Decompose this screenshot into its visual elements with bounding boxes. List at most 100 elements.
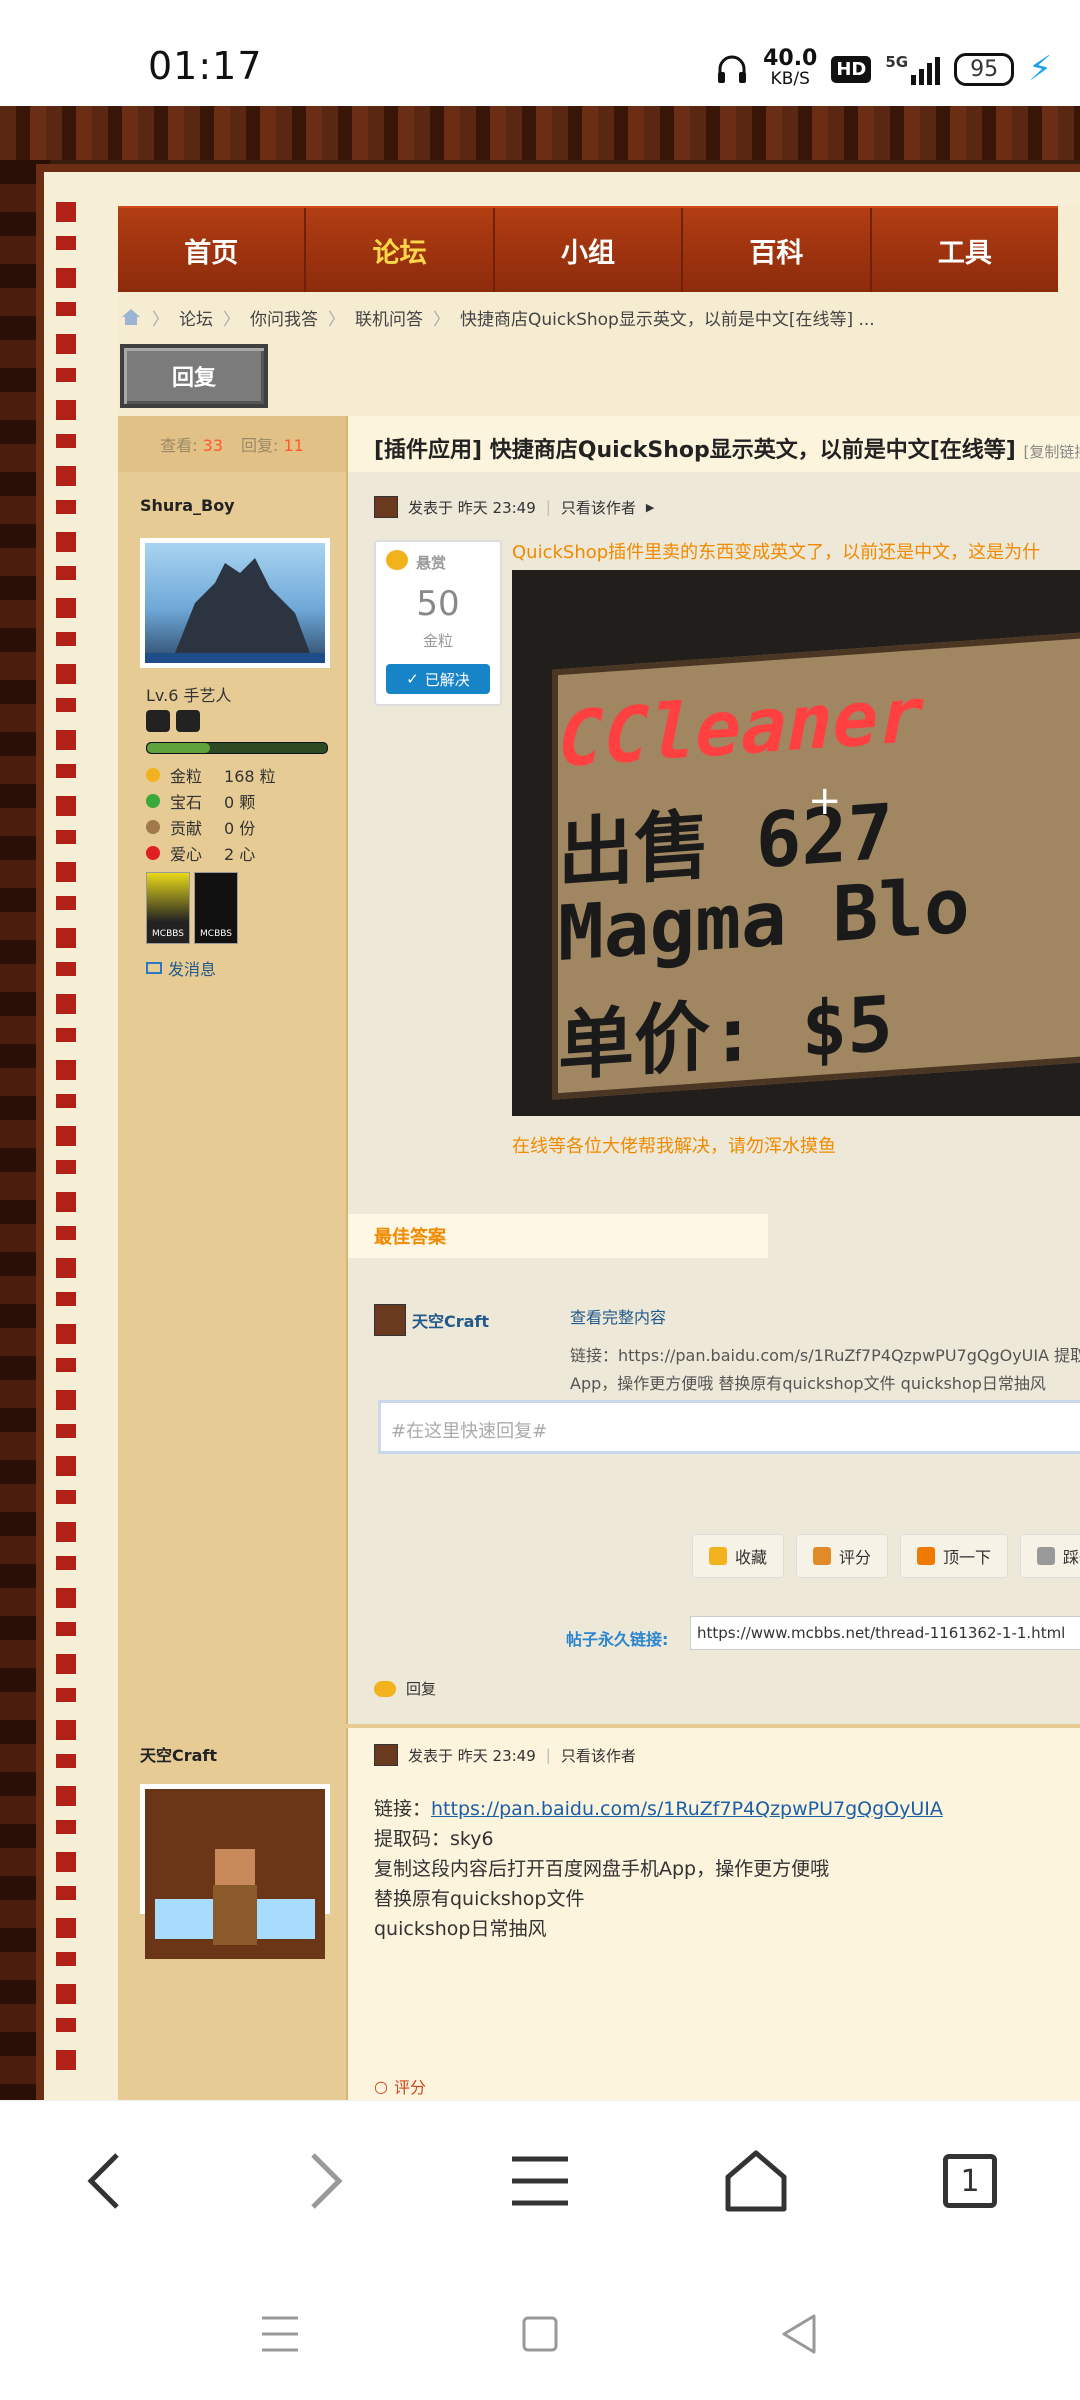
only-author-link[interactable]: 只看该作者 [561, 1745, 636, 1766]
best-answer-user[interactable]: 天空Craft [374, 1304, 489, 1336]
forward-button[interactable] [284, 2141, 364, 2221]
post-time: 发表于 昨天 23:49 [408, 498, 536, 517]
reply-username[interactable]: 天空Craft [140, 1742, 217, 1766]
downvote-button[interactable]: 踩一下 [1020, 1534, 1080, 1578]
breadcrumb-forum[interactable]: 论坛 [179, 305, 213, 330]
badge-label: MCBBS [152, 929, 184, 939]
op-avatar[interactable] [140, 538, 330, 668]
thread-title: [插件应用] 快捷商店QuickShop显示英文，以前是中文[在线等] [复制链… [374, 432, 1080, 464]
reply-post: 发表于 昨天 23:49 | 只看该作者 链接：https://pan.baid… [348, 1728, 1080, 2100]
favorite-label: 收藏 [735, 1548, 768, 1567]
back-button[interactable] [66, 2141, 146, 2221]
score-label: 评分 [393, 2078, 426, 2097]
favorite-button[interactable]: 收藏 [692, 1534, 785, 1578]
nav-home[interactable]: 首页 [118, 208, 307, 292]
square-icon [522, 2316, 558, 2352]
post-time: 发表于 昨天 23:49 [408, 1746, 536, 1765]
op-badges: MCBBS MCBBS [146, 872, 238, 944]
permalink-field[interactable]: https://www.mcbbs.net/thread-1161362-1-1… [690, 1616, 1080, 1650]
status-bar: 01:17 40.0 KB/S HD 5G 95 ⚡ [0, 0, 1080, 106]
quick-reply-input[interactable]: #在这里快速回复# [378, 1400, 1080, 1454]
stat-value: 0 颗 [224, 793, 256, 812]
breadcrumb-multiplayer[interactable]: 联机问答 [355, 305, 423, 330]
breadcrumb-separator: 〉 [152, 309, 169, 330]
tab-count: 1 [960, 2163, 980, 2199]
op-xp-fill [147, 743, 210, 753]
reply-code-line: 提取码：sky6 [374, 1828, 494, 1850]
copy-link[interactable]: [复制链接] [1024, 443, 1080, 461]
best-answer-snippet-2: App，操作更方便哦 替换原有quickshop文件 quickshop日常抽风 [570, 1374, 1046, 1393]
breadcrumb-separator: 〉 [328, 309, 345, 330]
tabs-button[interactable]: 1 [930, 2141, 1010, 2221]
upvote-button[interactable]: 顶一下 [900, 1534, 1009, 1578]
reply-text-line: 复制这段内容后打开百度网盘手机App，操作更方便哦 [374, 1858, 830, 1880]
apple-icon [146, 846, 160, 860]
coin-icon [386, 550, 408, 570]
permalink-label: 帖子永久链接: [566, 1630, 669, 1649]
reply-link[interactable]: 回复 [374, 1678, 436, 1699]
link-prefix: 链接： [374, 1798, 432, 1820]
medal-icon [176, 710, 200, 732]
castle-avatar-image [145, 558, 325, 663]
chat-bubble-icon [374, 1680, 396, 1697]
nav-groups[interactable]: 小组 [495, 208, 684, 292]
stat-label: 贡献 [170, 819, 203, 838]
reply-avatar[interactable] [140, 1784, 330, 1959]
network-type: 5G [885, 53, 909, 71]
thread-title-text: [插件应用] 快捷商店QuickShop显示英文，以前是中文[在线等] [374, 438, 1016, 463]
rate-button[interactable]: 评分 [796, 1534, 889, 1578]
page-content: 首页 论坛 小组 百科 工具 〉 论坛 〉 你问我答 〉 联机问答 〉 快捷商店… [118, 206, 1080, 2100]
signal-icon: 5G [885, 53, 941, 85]
post-body-text: QuickShop插件里卖的东西变成英文了，以前还是中文，这是为什 [512, 542, 1041, 563]
web-page: 首页 论坛 小组 百科 工具 〉 论坛 〉 你问我答 〉 联机问答 〉 快捷商店… [0, 106, 1080, 2100]
view-full-link[interactable]: 查看完整内容 [570, 1304, 666, 1328]
reply-text-line: 替换原有quickshop文件 [374, 1888, 585, 1910]
views-label: 查看: [160, 436, 198, 455]
character-avatar-image [145, 1789, 325, 1959]
thread-title-bar: [插件应用] 快捷商店QuickShop显示英文，以前是中文[在线等] [复制链… [348, 416, 1080, 472]
send-message-link[interactable]: 发消息 [146, 956, 216, 980]
replies-label: 回复: [241, 436, 279, 455]
nav-tools[interactable]: 工具 [872, 208, 1058, 292]
status-time: 01:17 [148, 44, 263, 88]
post-body-text-2: 在线等各位大佬帮我解决，请勿浑水摸鱼 [512, 1136, 836, 1157]
views-count: 33 [202, 436, 223, 455]
stat-value: 168 粒 [224, 767, 276, 786]
chevron-left-icon [87, 2153, 119, 2209]
op-username[interactable]: Shura_Boy [140, 496, 235, 515]
op-post-meta: 发表于 昨天 23:49 | 只看该作者 ▶ [374, 496, 654, 518]
triangle-back-icon [782, 2314, 816, 2354]
stat-label: 金粒 [170, 767, 203, 786]
post-screenshot[interactable]: CCleaner 出售 627 Magma Blo 单价: $5 + [512, 570, 1080, 1116]
stat-contribution: 贡献 0 份 [146, 814, 276, 840]
op-level: Lv.6 手艺人 [146, 686, 232, 705]
post-actions: 收藏 评分 顶一下 踩一下 [692, 1534, 1080, 1578]
reward-unit: 金粒 [422, 632, 453, 650]
reply-button[interactable]: 回复 [120, 344, 268, 408]
home-button[interactable] [716, 2141, 796, 2221]
recents-icon [262, 2316, 298, 2352]
menu-icon [512, 2156, 568, 2206]
home-icon[interactable] [120, 307, 142, 327]
breadcrumb-qa[interactable]: 你问我答 [250, 305, 318, 330]
search-icon: ○ [374, 2076, 388, 2096]
cookie-icon [146, 820, 160, 834]
replies-stat: 回复: 11 [241, 432, 304, 456]
gold-nugget-icon [146, 768, 160, 782]
system-home-button[interactable] [510, 2304, 570, 2364]
baidu-pan-link[interactable]: https://pan.baidu.com/s/1RuZf7P4QzpwPU7g… [431, 1798, 943, 1820]
stat-value: 0 份 [224, 819, 256, 838]
nav-wiki[interactable]: 百科 [683, 208, 872, 292]
system-back-button[interactable] [770, 2304, 830, 2364]
only-author-link[interactable]: 只看该作者 [561, 497, 636, 518]
recents-button[interactable] [250, 2304, 310, 2364]
ore-badge[interactable]: MCBBS [194, 872, 238, 944]
menu-button[interactable] [500, 2141, 580, 2221]
browser-toolbar: 1 [0, 2100, 1080, 2261]
score-link[interactable]: ○ 评分 [374, 2074, 426, 2098]
pickaxe-badge[interactable]: MCBBS [146, 872, 190, 944]
system-nav-bar [0, 2260, 1080, 2400]
nav-forum[interactable]: 论坛 [306, 208, 495, 292]
hd-icon: HD [831, 55, 872, 83]
stat-label: 爱心 [170, 845, 203, 864]
